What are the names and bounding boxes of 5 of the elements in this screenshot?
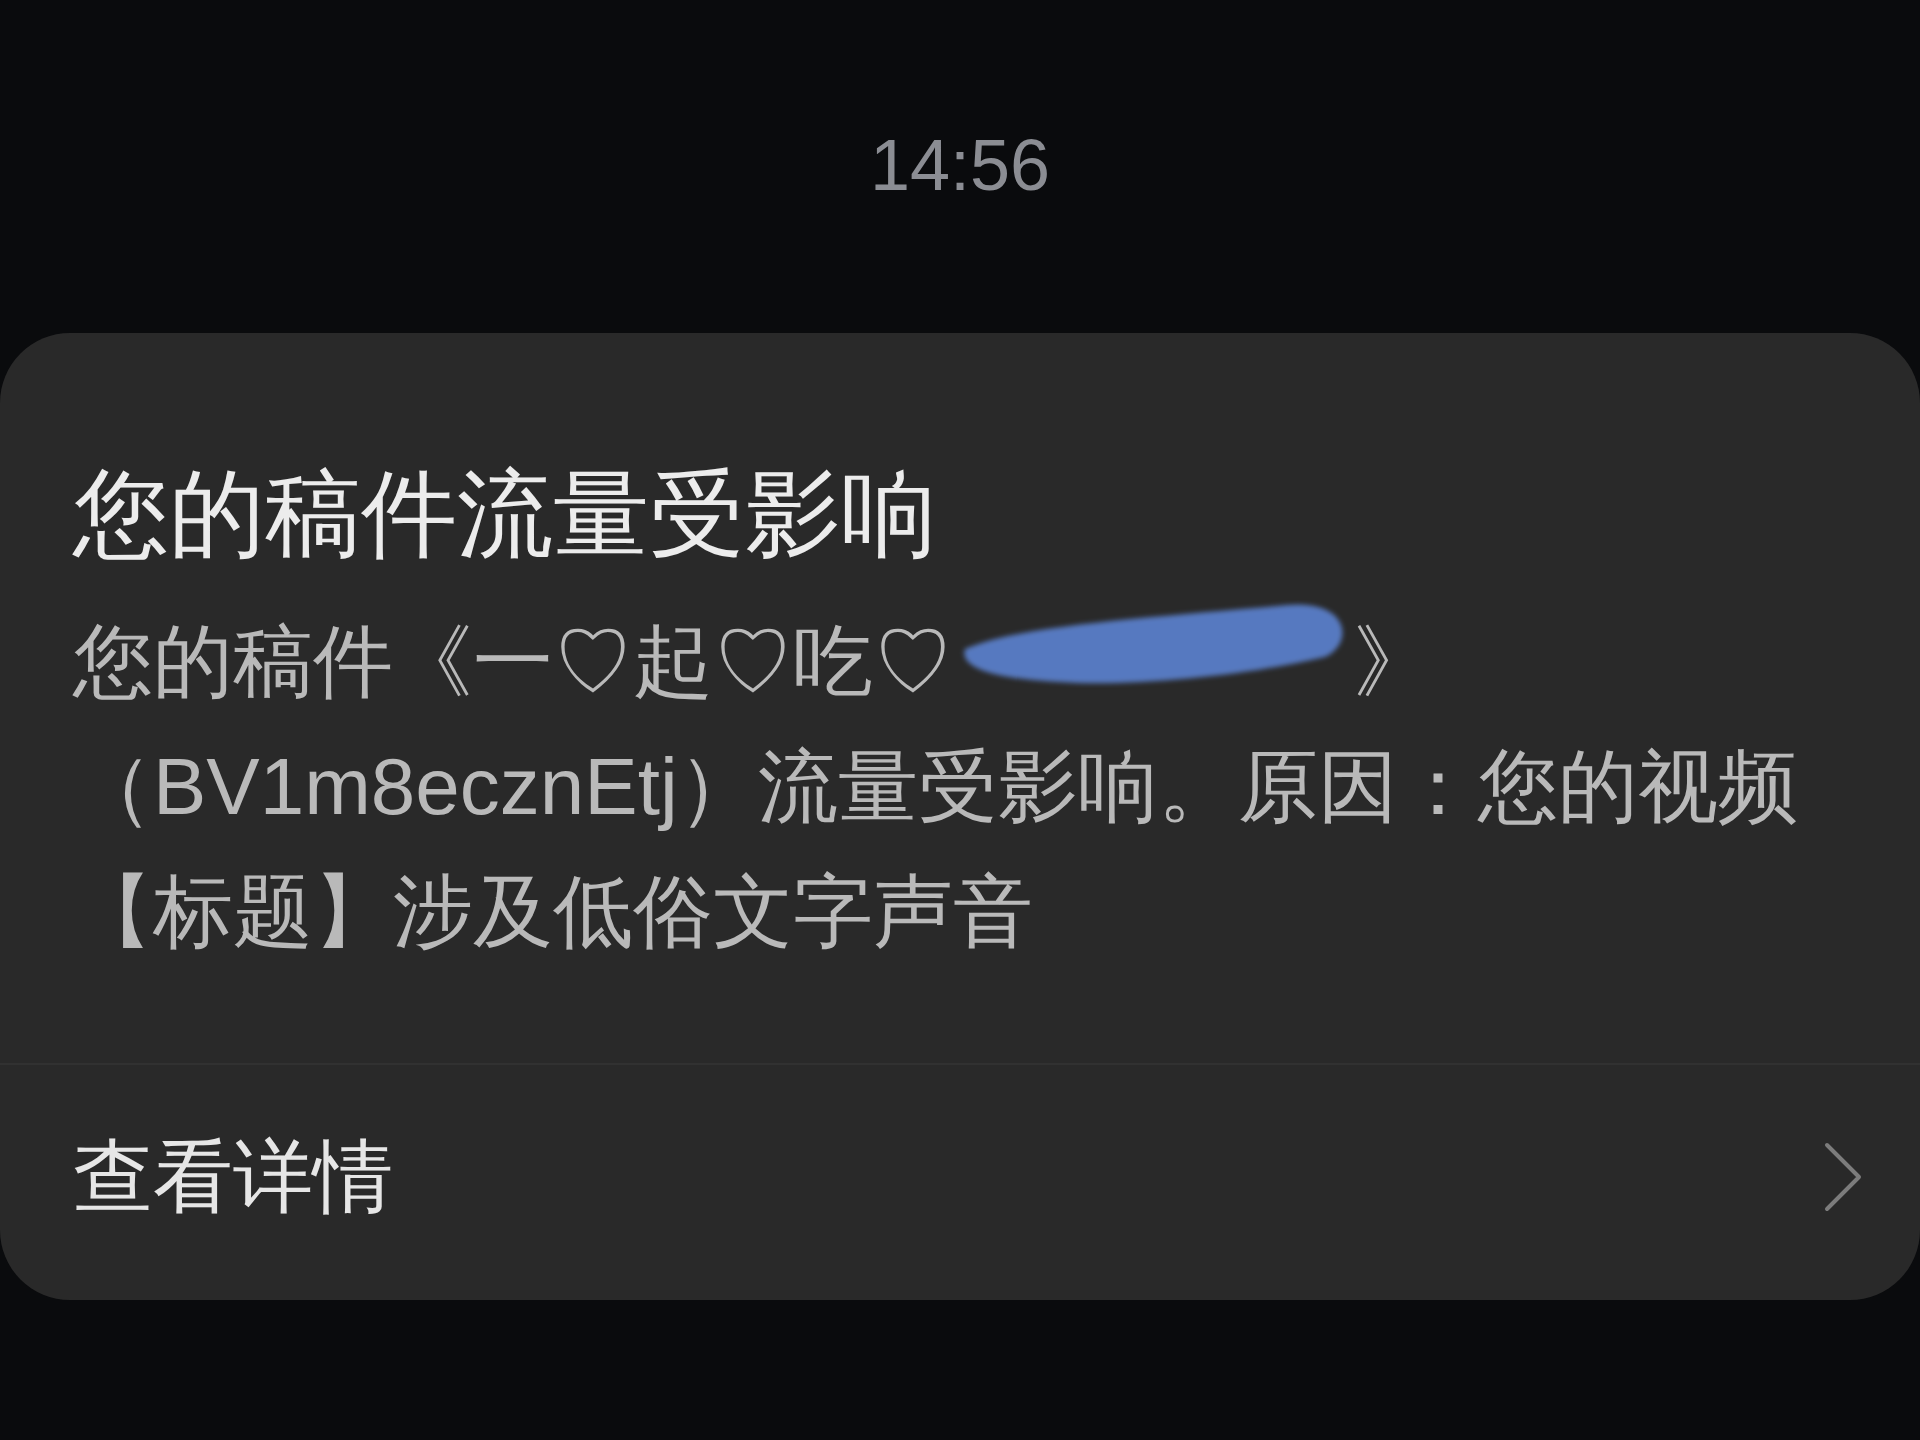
view-details-button[interactable]: 查看详情 [0, 1065, 1920, 1300]
notification-title: 您的稿件流量受影响 [73, 459, 937, 569]
chevron-right-icon [1824, 1141, 1862, 1212]
notification-message: 您的稿件《一♡起♡吃♡ 》（BV1m8ecznEtj）流量受影响。原因：您的视频【标题】涉及低俗文字声音 [73, 616, 1799, 959]
clock-time: 14:56 [869, 129, 1051, 201]
